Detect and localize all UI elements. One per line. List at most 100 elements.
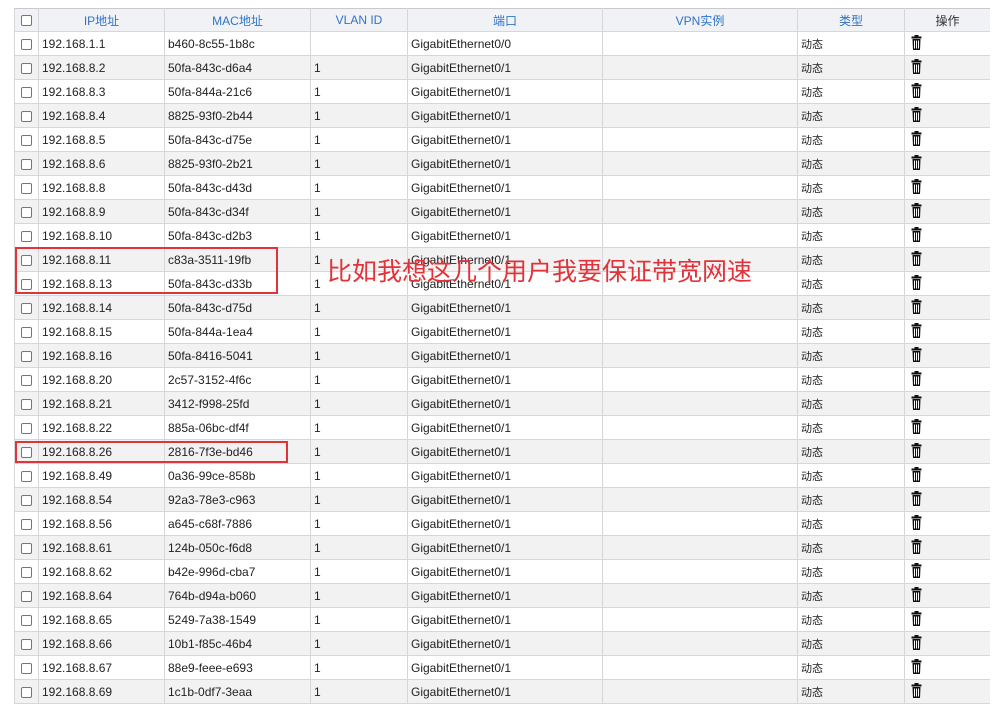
trash-icon[interactable] bbox=[911, 346, 922, 365]
row-checkbox[interactable] bbox=[14, 295, 39, 320]
trash-icon[interactable] bbox=[911, 298, 922, 317]
row-checkbox[interactable] bbox=[14, 103, 39, 128]
trash-icon[interactable] bbox=[911, 154, 922, 173]
trash-icon[interactable] bbox=[911, 202, 922, 221]
table-row[interactable]: 192.168.8.2 50fa-843c-d6a4 1 GigabitEtherne… bbox=[14, 55, 990, 80]
checkbox-box[interactable] bbox=[21, 398, 32, 410]
row-checkbox[interactable] bbox=[14, 679, 39, 704]
row-checkbox[interactable] bbox=[14, 583, 39, 608]
row-checkbox[interactable] bbox=[14, 367, 39, 392]
checkbox-box[interactable] bbox=[21, 494, 32, 506]
row-checkbox[interactable] bbox=[14, 415, 39, 440]
row-checkbox[interactable] bbox=[14, 223, 39, 248]
trash-icon[interactable] bbox=[911, 418, 922, 437]
table-row[interactable]: 192.168.8.21 3412-f998-25fd 1 GigabitEthern… bbox=[14, 391, 990, 416]
table-row[interactable]: 192.168.8.49 0a36-99ce-858b 1 GigabitEthern… bbox=[14, 463, 990, 488]
table-row[interactable]: 192.168.8.26 2816-7f3e-bd46 1 GigabitEthern… bbox=[14, 439, 990, 464]
table-row[interactable]: 192.168.8.66 10b1-f85c-46b4 1 GigabitEthern… bbox=[14, 631, 990, 656]
table-row[interactable]: 192.168.1.1 b460-8c55-1b8c GigabitEthernet… bbox=[14, 31, 990, 56]
row-checkbox[interactable] bbox=[14, 55, 39, 80]
trash-icon[interactable] bbox=[911, 274, 922, 293]
row-checkbox[interactable] bbox=[14, 655, 39, 680]
checkbox-box[interactable] bbox=[21, 86, 32, 98]
checkbox-box[interactable] bbox=[21, 302, 32, 314]
checkbox-box[interactable] bbox=[21, 230, 32, 242]
row-checkbox[interactable] bbox=[14, 31, 39, 56]
checkbox-box[interactable] bbox=[21, 590, 32, 602]
checkbox-box[interactable] bbox=[21, 62, 32, 74]
table-row[interactable]: 192.168.8.56 a645-c68f-7886 1 GigabitEthern… bbox=[14, 511, 990, 536]
table-row[interactable]: 192.168.8.6 8825-93f0-2b21 1 GigabitEtherne… bbox=[14, 151, 990, 176]
trash-icon[interactable] bbox=[911, 490, 922, 509]
row-checkbox[interactable] bbox=[14, 463, 39, 488]
column-header-vpn[interactable]: VPN实例 bbox=[602, 8, 798, 32]
row-checkbox[interactable] bbox=[14, 559, 39, 584]
column-header-ip[interactable]: IP地址 bbox=[38, 8, 165, 32]
row-checkbox[interactable] bbox=[14, 439, 39, 464]
trash-icon[interactable] bbox=[911, 250, 922, 269]
table-row[interactable]: 192.168.8.22 885a-06bc-df4f 1 GigabitEthern… bbox=[14, 415, 990, 440]
table-row[interactable]: 192.168.8.54 92a3-78e3-c963 1 GigabitEthern… bbox=[14, 487, 990, 512]
table-row[interactable]: 192.168.8.9 50fa-843c-d34f 1 GigabitEtherne… bbox=[14, 199, 990, 224]
table-row[interactable]: 192.168.8.4 8825-93f0-2b44 1 GigabitEtherne… bbox=[14, 103, 990, 128]
trash-icon[interactable] bbox=[911, 130, 922, 149]
table-row[interactable]: 192.168.8.61 124b-050c-f6d8 1 GigabitEthern… bbox=[14, 535, 990, 560]
row-checkbox[interactable] bbox=[14, 343, 39, 368]
trash-icon[interactable] bbox=[911, 682, 922, 701]
trash-icon[interactable] bbox=[911, 658, 922, 677]
column-header-type[interactable]: 类型 bbox=[797, 8, 905, 32]
checkbox-box[interactable] bbox=[21, 518, 32, 530]
row-checkbox[interactable] bbox=[14, 271, 39, 296]
table-row[interactable]: 192.168.8.62 b42e-996d-cba7 1 GigabitEthern… bbox=[14, 559, 990, 584]
table-row[interactable]: 192.168.8.69 1c1b-0df7-3eaa 1 GigabitEthern… bbox=[14, 679, 990, 704]
row-checkbox[interactable] bbox=[14, 319, 39, 344]
trash-icon[interactable] bbox=[911, 322, 922, 341]
trash-icon[interactable] bbox=[911, 34, 922, 53]
checkbox-box[interactable] bbox=[21, 686, 32, 698]
checkbox-box[interactable] bbox=[21, 38, 32, 50]
trash-icon[interactable] bbox=[911, 514, 922, 533]
row-checkbox[interactable] bbox=[14, 247, 39, 272]
checkbox-box[interactable] bbox=[21, 374, 32, 386]
table-row[interactable]: 192.168.8.67 88e9-feee-e693 1 GigabitEthern… bbox=[14, 655, 990, 680]
checkbox-box[interactable] bbox=[21, 158, 32, 170]
checkbox-box[interactable] bbox=[21, 206, 32, 218]
checkbox-box[interactable] bbox=[21, 662, 32, 674]
trash-icon[interactable] bbox=[911, 538, 922, 557]
trash-icon[interactable] bbox=[911, 610, 922, 629]
checkbox-box[interactable] bbox=[21, 638, 32, 650]
table-row[interactable]: 192.168.8.8 50fa-843c-d43d 1 GigabitEtherne… bbox=[14, 175, 990, 200]
trash-icon[interactable] bbox=[911, 442, 922, 461]
table-row[interactable]: 192.168.8.10 50fa-843c-d2b3 1 GigabitEthern… bbox=[14, 223, 990, 248]
checkbox-box[interactable] bbox=[21, 470, 32, 482]
trash-icon[interactable] bbox=[911, 82, 922, 101]
table-row[interactable]: 192.168.8.65 5249-7a38-1549 1 GigabitEthern… bbox=[14, 607, 990, 632]
row-checkbox[interactable] bbox=[14, 151, 39, 176]
trash-icon[interactable] bbox=[911, 466, 922, 485]
row-checkbox[interactable] bbox=[14, 511, 39, 536]
row-checkbox[interactable] bbox=[14, 391, 39, 416]
table-row[interactable]: 192.168.8.3 50fa-844a-21c6 1 GigabitEtherne… bbox=[14, 79, 990, 104]
row-checkbox[interactable] bbox=[14, 487, 39, 512]
trash-icon[interactable] bbox=[911, 58, 922, 77]
checkbox-box[interactable] bbox=[21, 350, 32, 362]
row-checkbox[interactable] bbox=[14, 535, 39, 560]
table-row[interactable]: 192.168.8.14 50fa-843c-d75d 1 GigabitEthern… bbox=[14, 295, 990, 320]
trash-icon[interactable] bbox=[911, 634, 922, 653]
table-row[interactable]: 192.168.8.5 50fa-843c-d75e 1 GigabitEtherne… bbox=[14, 127, 990, 152]
table-row[interactable]: 192.168.8.20 2c57-3152-4f6c 1 GigabitEthern… bbox=[14, 367, 990, 392]
row-checkbox[interactable] bbox=[14, 79, 39, 104]
trash-icon[interactable] bbox=[911, 562, 922, 581]
checkbox-box[interactable] bbox=[21, 182, 32, 194]
checkbox-box[interactable] bbox=[21, 254, 32, 266]
table-row[interactable]: 192.168.8.15 50fa-844a-1ea4 1 GigabitEthern… bbox=[14, 319, 990, 344]
trash-icon[interactable] bbox=[911, 586, 922, 605]
checkbox-box[interactable] bbox=[21, 278, 32, 290]
row-checkbox[interactable] bbox=[14, 631, 39, 656]
table-row[interactable]: 192.168.8.64 764b-d94a-b060 1 GigabitEthern… bbox=[14, 583, 990, 608]
column-header-mac[interactable]: MAC地址 bbox=[164, 8, 311, 32]
trash-icon[interactable] bbox=[911, 106, 922, 125]
checkbox-box[interactable] bbox=[21, 566, 32, 578]
checkbox-box[interactable] bbox=[21, 422, 32, 434]
checkbox-box[interactable] bbox=[21, 15, 32, 27]
